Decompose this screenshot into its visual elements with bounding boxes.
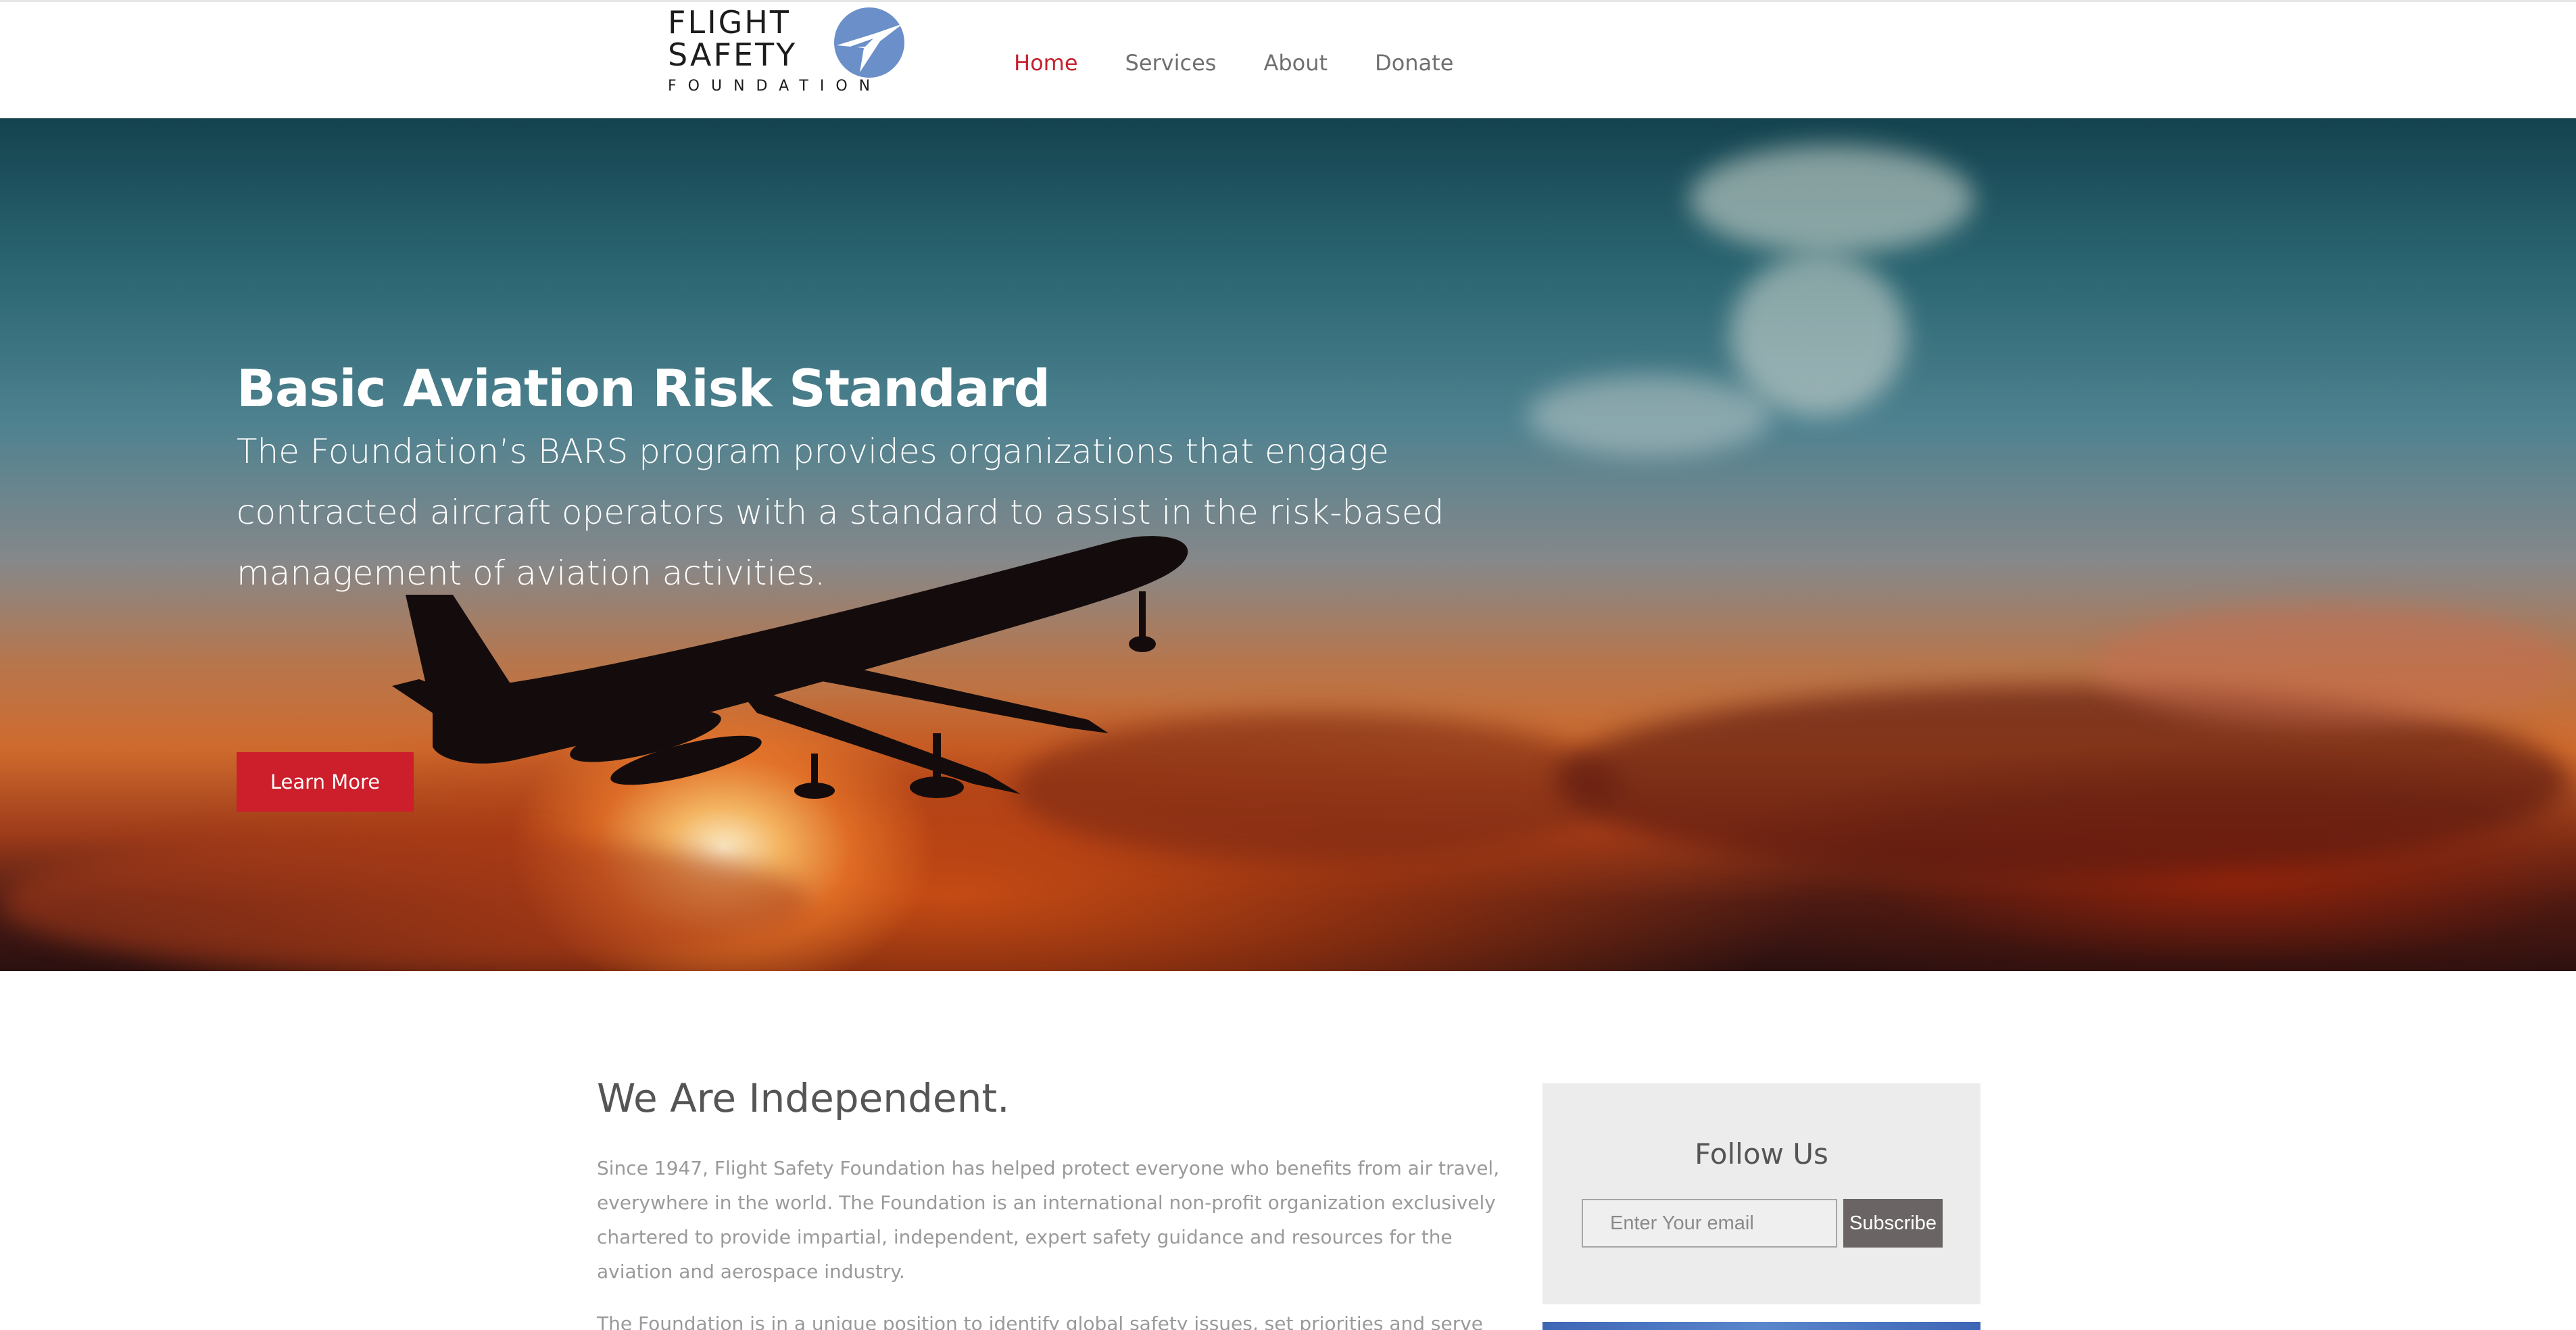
second-paragraph: The Foundation is in a unique position t…: [597, 1312, 1484, 1330]
cloud-shape: [1730, 253, 1906, 416]
cloud-shape: [2095, 605, 2569, 726]
hero-content: Basic Aviation Risk Standard The Foundat…: [237, 356, 1555, 812]
follow-us-widget: Follow Us Subscribe: [1542, 1083, 1980, 1304]
hero-title: Basic Aviation Risk Standard: [237, 358, 1050, 418]
subscribe-button[interactable]: Subscribe: [1843, 1199, 1943, 1248]
logo-line-foundation: FOUNDATION: [668, 78, 882, 95]
logo-wordmark: FLIGHT SAFETY FOUNDATION: [668, 4, 882, 95]
follow-us-title: Follow Us: [1695, 1137, 1828, 1171]
nav-item-services[interactable]: Services: [1125, 44, 1217, 82]
nav-item-about[interactable]: About: [1263, 44, 1328, 82]
logo-line-flight: FLIGHT: [668, 4, 791, 41]
cloud-shape: [0, 835, 811, 970]
email-input[interactable]: [1582, 1199, 1837, 1248]
nav-item-home[interactable]: Home: [1014, 44, 1078, 82]
cloud-shape: [1528, 375, 1771, 456]
learn-more-button[interactable]: Learn More: [237, 752, 414, 812]
main-nav: Home Services About Donate: [1014, 44, 1453, 82]
nav-item-donate[interactable]: Donate: [1375, 44, 1453, 82]
logo-line-safety: SAFETY: [668, 36, 798, 73]
globe-plane-icon: [834, 7, 904, 78]
site-logo[interactable]: FLIGHT SAFETY FOUNDATION: [668, 6, 904, 109]
site-header: FLIGHT SAFETY FOUNDATION Home Services A…: [0, 0, 2576, 118]
main-content: We Are Independent. Since 1947, Flight S…: [597, 1071, 1503, 1330]
intro-paragraph: Since 1947, Flight Safety Foundation has…: [597, 1157, 1500, 1283]
section-title: We Are Independent.: [597, 1075, 1010, 1121]
cloud-shape: [1690, 145, 1974, 253]
sidebar-banner-image: [1542, 1322, 1980, 1330]
hero-description: The Foundation’s BARS program provides o…: [237, 432, 1444, 593]
hero-banner: Basic Aviation Risk Standard The Foundat…: [0, 118, 2576, 971]
